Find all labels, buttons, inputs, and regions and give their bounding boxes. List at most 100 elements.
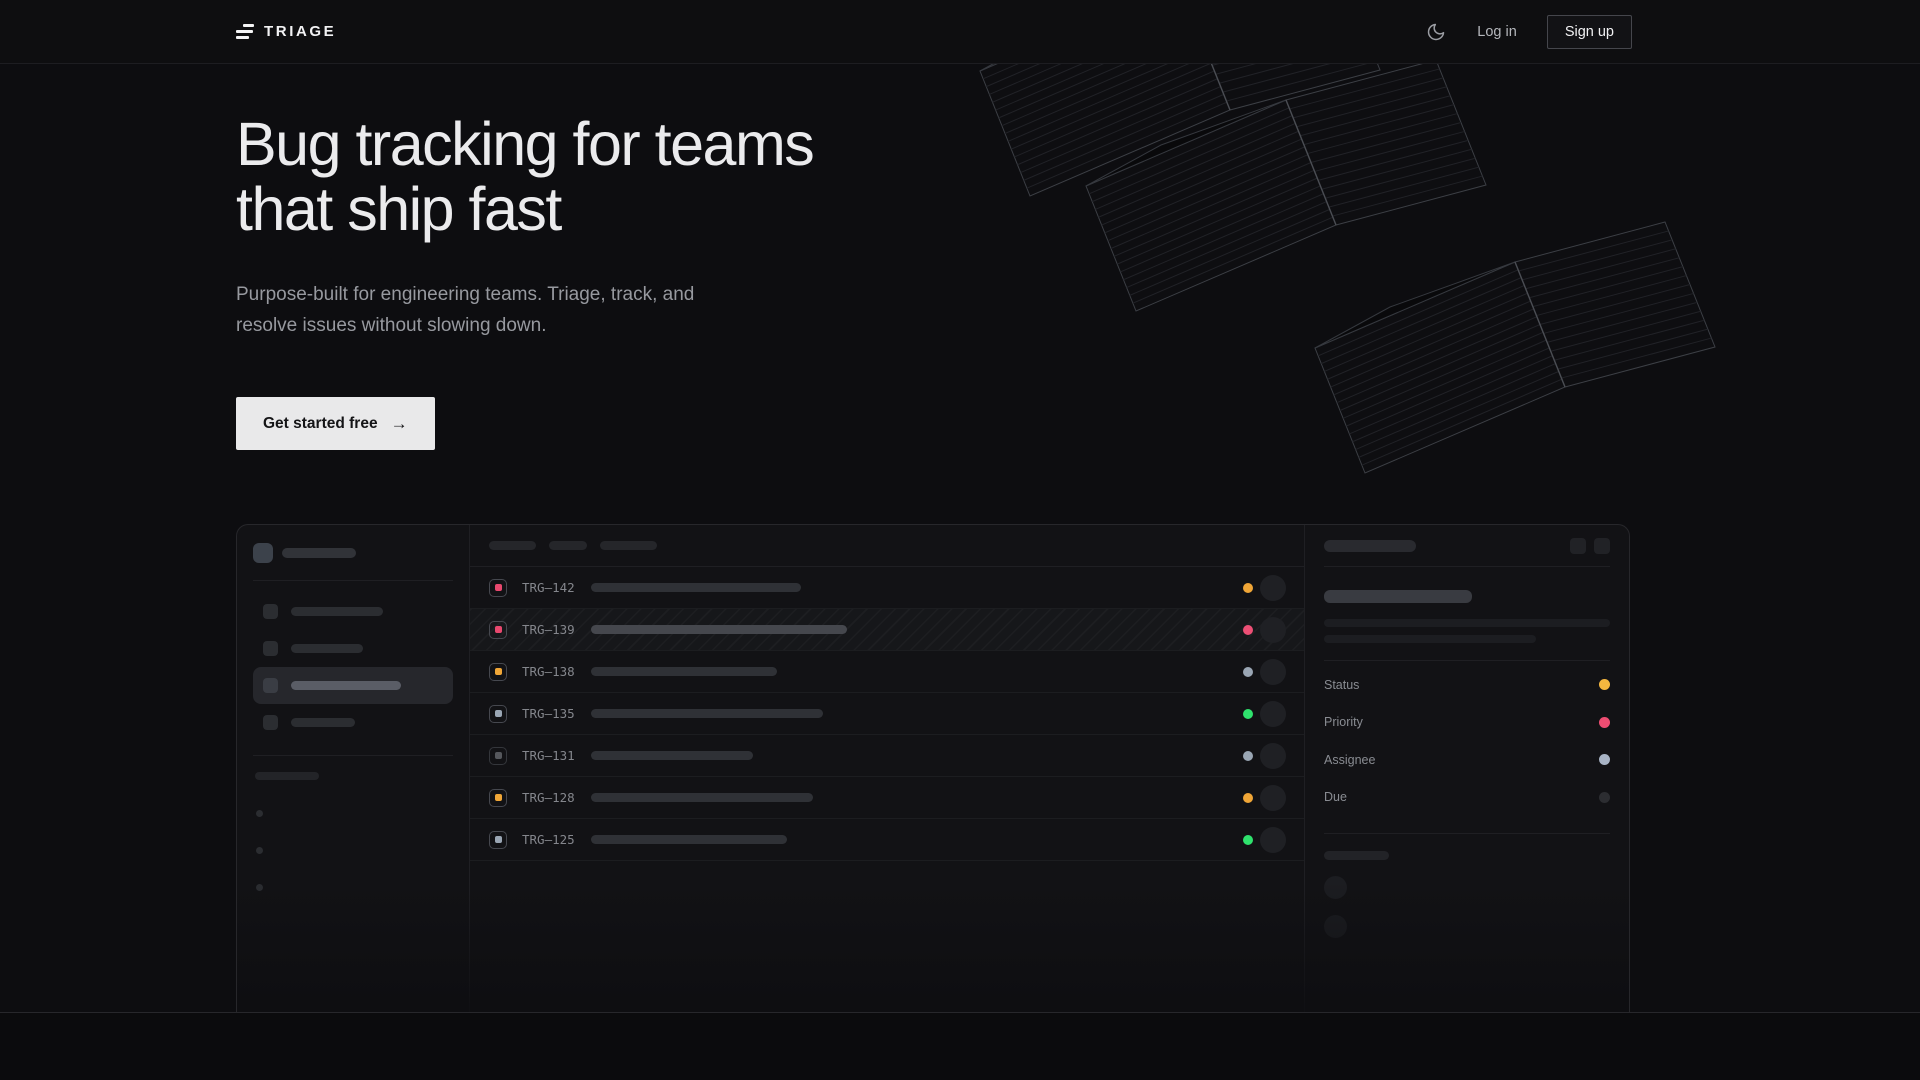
filter-pill-placeholder <box>549 541 587 550</box>
field-value-dot <box>1599 717 1610 728</box>
filter-pill-placeholder <box>489 541 536 550</box>
mock-issue-row: TRG–138 <box>470 651 1304 693</box>
top-nav: TRIAGE Log in Sign up <box>0 0 1920 64</box>
assignee-avatar <box>1260 743 1286 769</box>
status-checkbox-icon <box>489 789 507 807</box>
status-checkbox-icon <box>489 747 507 765</box>
issue-title-placeholder <box>591 625 847 634</box>
mock-issue-row: TRG–125 <box>470 819 1304 861</box>
triage-logo-icon <box>236 24 254 40</box>
app-mockup: TRG–142 TRG–139 TRG–138 TRG–135 TRG–131 <box>236 524 1630 1012</box>
sidebar-dot <box>256 884 263 891</box>
nav-item-label-placeholder <box>291 644 363 653</box>
issue-title-placeholder <box>591 751 753 760</box>
field-label: Due <box>1324 790 1347 804</box>
issue-title-placeholder <box>591 709 823 718</box>
detail-description-placeholder <box>1324 635 1536 643</box>
issue-title-placeholder <box>591 667 777 676</box>
nav-item-icon <box>263 715 278 730</box>
issue-title-placeholder <box>591 793 813 802</box>
assignee-avatar <box>1260 575 1286 601</box>
hero-title: Bug tracking for teamsthat ship fast <box>236 112 813 242</box>
mock-detail-panel: Status Priority Assignee Due <box>1305 525 1629 1012</box>
field-value-dot <box>1599 792 1610 803</box>
assignee-avatar <box>1260 701 1286 727</box>
detail-field-row: Due <box>1324 779 1610 817</box>
issue-id: TRG–139 <box>522 622 578 637</box>
get-started-button[interactable]: Get started free → <box>236 397 435 450</box>
detail-header-placeholder <box>1324 540 1416 552</box>
mock-nav-item <box>253 704 453 741</box>
sidebar-dot <box>256 810 263 817</box>
mock-sidebar-nav <box>253 593 453 756</box>
status-checkbox-icon <box>489 663 507 681</box>
filter-pill-placeholder <box>600 541 657 550</box>
detail-field-row: Status <box>1324 666 1610 704</box>
priority-dot <box>1243 667 1253 677</box>
field-label: Priority <box>1324 715 1363 729</box>
detail-field-row: Assignee <box>1324 741 1610 779</box>
nav-item-icon <box>263 678 278 693</box>
mock-nav-item <box>253 630 453 667</box>
arrow-right-icon: → <box>391 414 408 434</box>
mock-issue-row: TRG–135 <box>470 693 1304 735</box>
issue-id: TRG–138 <box>522 664 578 679</box>
theme-toggle-button[interactable] <box>1425 21 1447 43</box>
mock-nav-item <box>253 593 453 630</box>
mock-issue-list: TRG–142 TRG–139 TRG–138 TRG–135 TRG–131 <box>470 525 1305 1012</box>
priority-dot <box>1243 625 1253 635</box>
assignee-avatar <box>1260 659 1286 685</box>
brand-name: TRIAGE <box>264 23 336 40</box>
issue-id: TRG–128 <box>522 790 578 805</box>
nav-item-icon <box>263 641 278 656</box>
sidebar-dot <box>256 847 263 854</box>
detail-section-placeholder <box>1324 851 1389 860</box>
hero-section: Bug tracking for teamsthat ship fast Pur… <box>236 112 813 450</box>
nav-item-label-placeholder <box>291 607 383 616</box>
field-value-dot <box>1599 754 1610 765</box>
detail-action-icon <box>1594 538 1610 554</box>
status-checkbox-icon <box>489 705 507 723</box>
brand-logo: TRIAGE <box>236 23 336 40</box>
issue-id: TRG–135 <box>522 706 578 721</box>
issue-id: TRG–125 <box>522 832 578 847</box>
issue-title-placeholder <box>591 583 801 592</box>
mock-list-header <box>470 525 1304 567</box>
mock-sidebar <box>237 525 470 1012</box>
detail-description-placeholder <box>1324 619 1610 627</box>
issue-id: TRG–131 <box>522 748 578 763</box>
issue-title-placeholder <box>591 835 787 844</box>
mock-issue-row: TRG–128 <box>470 777 1304 819</box>
log-in-link[interactable]: Log in <box>1477 24 1517 40</box>
workspace-avatar <box>253 543 273 563</box>
nav-item-icon <box>263 604 278 619</box>
footer-strip <box>0 1012 1920 1080</box>
priority-dot <box>1243 709 1253 719</box>
priority-dot <box>1243 835 1253 845</box>
sign-up-button[interactable]: Sign up <box>1547 15 1632 49</box>
moon-icon <box>1426 22 1446 42</box>
mock-nav-item-active <box>253 667 453 704</box>
detail-title-placeholder <box>1324 590 1472 603</box>
mock-workspace-row <box>253 543 453 581</box>
field-label: Assignee <box>1324 753 1375 767</box>
comment-avatar <box>1324 915 1347 938</box>
comment-avatar <box>1324 876 1347 899</box>
field-label: Status <box>1324 678 1359 692</box>
detail-action-icon <box>1570 538 1586 554</box>
mock-issue-row: TRG–131 <box>470 735 1304 777</box>
mock-issue-row: TRG–142 <box>470 567 1304 609</box>
detail-header <box>1324 525 1610 567</box>
status-checkbox-icon <box>489 621 507 639</box>
field-value-dot <box>1599 679 1610 690</box>
priority-dot <box>1243 793 1253 803</box>
priority-dot <box>1243 583 1253 593</box>
assignee-avatar <box>1260 827 1286 853</box>
assignee-avatar <box>1260 617 1286 643</box>
mock-issue-row: TRG–139 <box>470 609 1304 651</box>
hero-subtitle: Purpose-built for engineering teams. Tri… <box>236 280 813 341</box>
sidebar-section-placeholder <box>255 772 319 780</box>
assignee-avatar <box>1260 785 1286 811</box>
workspace-name-placeholder <box>282 548 356 558</box>
issue-id: TRG–142 <box>522 580 578 595</box>
